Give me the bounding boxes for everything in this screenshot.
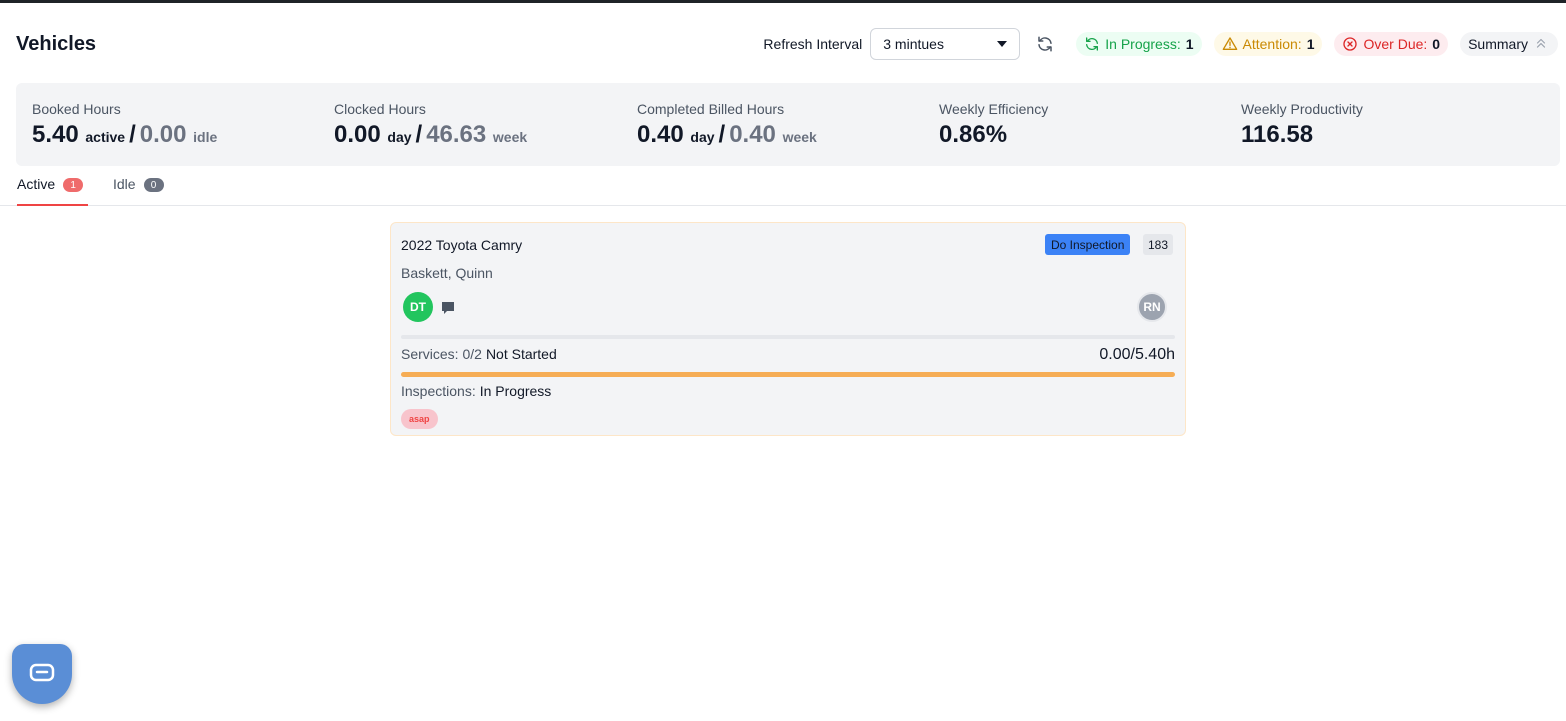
- tab-active[interactable]: Active 1: [17, 176, 88, 206]
- repair-order-number: 183: [1143, 234, 1174, 255]
- status-badge[interactable]: Do Inspection: [1045, 234, 1131, 255]
- clocked-week-unit: week: [492, 129, 528, 145]
- overdue-count: 0: [1432, 36, 1441, 52]
- caret-down-icon: [997, 41, 1008, 47]
- vehicle-card[interactable]: 2022 Toyota Camry Do Inspection 183 Bask…: [390, 222, 1186, 436]
- stat-clocked-hours: Clocked Hours 0.00 day/46.63 week: [334, 100, 527, 152]
- summary-toggle[interactable]: Summary: [1460, 32, 1558, 56]
- card-divider: [401, 335, 1175, 339]
- slash: /: [718, 121, 726, 148]
- stat-label: Booked Hours: [32, 101, 121, 117]
- refresh-interval-label: Refresh Interval: [763, 36, 863, 52]
- stat-value: 5.40 active/0.00 idle: [32, 120, 217, 152]
- slash: /: [129, 121, 136, 148]
- stat-booked-hours: Booked Hours 5.40 active/0.00 idle: [32, 100, 217, 152]
- overdue-label: Over Due:: [1363, 36, 1428, 52]
- refresh-icon: [1038, 36, 1052, 52]
- billed-day-value: 0.40: [637, 121, 684, 148]
- stats-panel: Booked Hours 5.40 active/0.00 idle Clock…: [16, 83, 1560, 166]
- stat-value: 116.58: [1241, 121, 1314, 148]
- chevrons-up-icon: [1534, 36, 1550, 52]
- clocked-day-unit: day: [387, 129, 412, 145]
- in-progress-label: In Progress:: [1105, 36, 1181, 52]
- sync-icon: [1084, 36, 1100, 52]
- hours-summary: 0.00/5.40h: [1099, 346, 1175, 363]
- stat-label: Weekly Productivity: [1241, 101, 1363, 117]
- inspections-status: In Progress: [479, 383, 552, 399]
- services-summary: Services: 0/2 Not Started: [401, 346, 557, 362]
- tab-bar: Active 1 Idle 0: [0, 170, 1566, 206]
- stat-label: Clocked Hours: [334, 101, 426, 117]
- refresh-interval-value: 3 mintues: [883, 36, 944, 52]
- attention-label: Attention:: [1242, 36, 1302, 52]
- x-circle-icon: [1342, 36, 1358, 52]
- stat-billed-hours: Completed Billed Hours 0.40 day/0.40 wee…: [637, 100, 817, 152]
- in-progress-count: 1: [1185, 36, 1194, 52]
- page-title: Vehicles: [16, 32, 97, 55]
- stat-weekly-efficiency: Weekly Efficiency 0.86%: [939, 100, 1048, 150]
- billed-week-unit: week: [782, 129, 817, 145]
- advisor-avatar[interactable]: RN: [1137, 292, 1167, 322]
- attention-count: 1: [1306, 36, 1315, 52]
- services-status: Not Started: [485, 346, 557, 362]
- summary-label: Summary: [1468, 36, 1528, 52]
- technician-avatar[interactable]: DT: [403, 292, 433, 322]
- inspections-summary: Inspections: In Progress: [401, 383, 551, 399]
- billed-week-value: 0.40: [729, 121, 776, 148]
- stat-value: 0.40 day/0.40 week: [637, 120, 817, 152]
- refresh-button[interactable]: [1034, 33, 1056, 55]
- tab-label: Active: [17, 176, 56, 192]
- comment-icon[interactable]: [440, 300, 456, 316]
- stat-label: Weekly Efficiency: [939, 101, 1049, 117]
- billed-day-unit: day: [690, 129, 715, 145]
- priority-tag: asap: [401, 409, 438, 429]
- chat-bubble-icon: [29, 663, 55, 682]
- chat-widget-button[interactable]: [12, 644, 72, 704]
- attention-filter[interactable]: Attention: 1: [1213, 32, 1323, 56]
- customer-name: Baskett, Quinn: [401, 265, 493, 281]
- stat-weekly-productivity: Weekly Productivity 116.58: [1241, 100, 1363, 150]
- top-border: [0, 0, 1566, 3]
- page-header: Vehicles Refresh Interval 3 mintues In P…: [16, 26, 1558, 62]
- tab-label: Idle: [113, 176, 136, 192]
- services-label: Services: 0/2: [401, 346, 482, 362]
- slash: /: [415, 121, 423, 148]
- clocked-day-value: 0.00: [334, 121, 381, 148]
- tab-idle[interactable]: Idle 0: [113, 176, 164, 206]
- booked-idle-value: 0.00: [139, 121, 187, 148]
- booked-idle-unit: idle: [193, 129, 218, 145]
- header-controls: Refresh Interval 3 mintues In Progress: …: [763, 28, 1558, 60]
- tab-count-badge: 0: [143, 178, 164, 192]
- in-progress-filter[interactable]: In Progress: 1: [1076, 32, 1202, 56]
- clocked-week-value: 46.63: [426, 121, 487, 148]
- stat-value: 0.86%: [939, 121, 1008, 148]
- tab-count-badge: 1: [63, 178, 84, 192]
- booked-active-unit: active: [85, 129, 126, 145]
- inspections-label: Inspections:: [401, 383, 476, 399]
- vehicle-name: 2022 Toyota Camry: [401, 237, 523, 253]
- hours-progress-bar: [401, 372, 1175, 377]
- warning-icon: [1222, 36, 1238, 52]
- refresh-interval-select[interactable]: 3 mintues: [870, 28, 1021, 60]
- booked-active-value: 5.40: [32, 121, 79, 148]
- overdue-filter[interactable]: Over Due: 0: [1334, 32, 1449, 56]
- stat-value: 0.00 day/46.63 week: [334, 120, 527, 152]
- stat-label: Completed Billed Hours: [637, 101, 785, 117]
